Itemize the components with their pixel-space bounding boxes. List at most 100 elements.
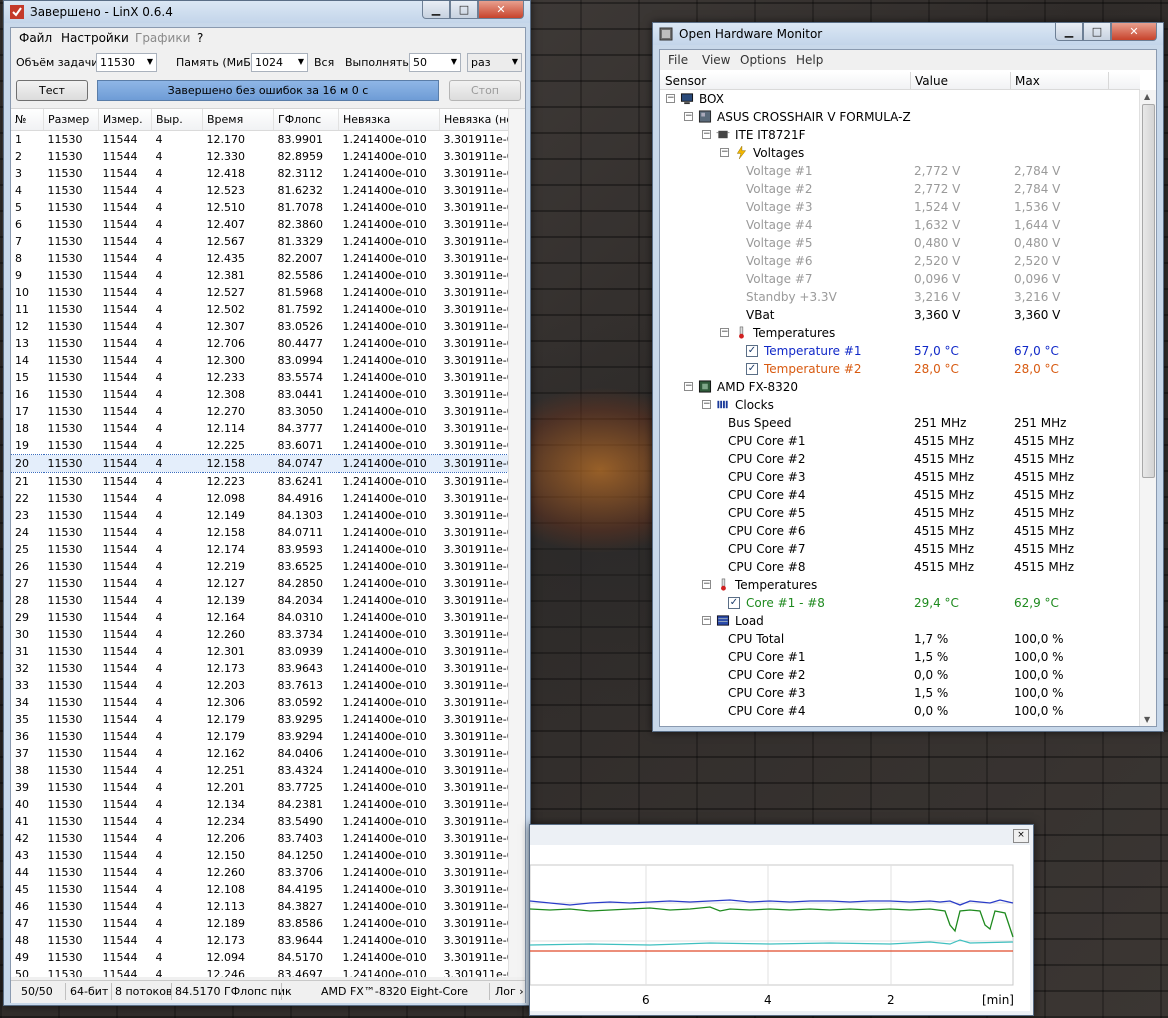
sensor-row[interactable]: ✓ Temperature #2 28,0 °C 28,0 °C: [660, 360, 1140, 378]
vertical-scrollbar[interactable]: [508, 109, 525, 977]
sensor-row[interactable]: Standby +3.3V 3,216 V 3,216 V: [660, 288, 1140, 306]
linx-titlebar[interactable]: Завершено - LinX 0.6.4 ▁ □ ✕: [4, 1, 530, 23]
table-row[interactable]: 39 11530 11544 4 12.201 83.7725 1.241400e-010 3…: [11, 779, 525, 796]
table-row[interactable]: 45 11530 11544 4 12.108 84.4195 1.241400e-010 3…: [11, 881, 525, 898]
collapse-icon[interactable]: −: [702, 130, 711, 139]
sensor-row[interactable]: Voltage #6 2,520 V 2,520 V: [660, 252, 1140, 270]
table-row[interactable]: 41 11530 11544 4 12.234 83.5490 1.241400e-010 3…: [11, 813, 525, 830]
table-row[interactable]: 48 11530 11544 4 12.173 83.9644 1.241400e-010 3…: [11, 932, 525, 949]
table-row[interactable]: 30 11530 11544 4 12.260 83.3734 1.241400e-010 3…: [11, 626, 525, 643]
table-row[interactable]: 46 11530 11544 4 12.113 84.3827 1.241400e-010 3…: [11, 898, 525, 915]
tree-node[interactable]: − AMD FX-8320: [660, 378, 1140, 396]
table-row[interactable]: 15 11530 11544 4 12.233 83.5574 1.241400e-010 3…: [11, 369, 525, 386]
table-row[interactable]: 38 11530 11544 4 12.251 83.4324 1.241400e-010 3…: [11, 762, 525, 779]
log-button[interactable]: Лог ›: [495, 985, 524, 998]
sensor-row[interactable]: CPU Core #1 4515 MHz 4515 MHz: [660, 432, 1140, 450]
collapse-icon[interactable]: −: [666, 94, 675, 103]
table-row[interactable]: 6 11530 11544 4 12.407 82.3860 1.241400e-010 3.…: [11, 216, 525, 233]
menu-view[interactable]: View: [702, 53, 730, 67]
runs-input[interactable]: 50 ▼: [409, 53, 461, 72]
collapse-icon[interactable]: −: [684, 382, 693, 391]
sensor-row[interactable]: CPU Core #6 4515 MHz 4515 MHz: [660, 522, 1140, 540]
table-row[interactable]: 32 11530 11544 4 12.173 83.9643 1.241400e-010 3…: [11, 660, 525, 677]
sensor-row[interactable]: CPU Core #5 4515 MHz 4515 MHz: [660, 504, 1140, 522]
menu-help[interactable]: ?: [197, 31, 203, 45]
table-row[interactable]: 20 11530 11544 4 12.158 84.0747 1.241400e-010 3…: [11, 454, 525, 473]
table-row[interactable]: 26 11530 11544 4 12.219 83.6525 1.241400e-010 3…: [11, 558, 525, 575]
sensor-row[interactable]: Voltage #7 0,096 V 0,096 V: [660, 270, 1140, 288]
sensor-row[interactable]: Voltage #1 2,772 V 2,784 V: [660, 162, 1140, 180]
column-header[interactable]: ГФлопс: [273, 109, 339, 131]
sensor-row[interactable]: Voltage #3 1,524 V 1,536 V: [660, 198, 1140, 216]
table-row[interactable]: 36 11530 11544 4 12.179 83.9294 1.241400e-010 3…: [11, 728, 525, 745]
table-row[interactable]: 43 11530 11544 4 12.150 84.1250 1.241400e-010 3…: [11, 847, 525, 864]
sensor-row[interactable]: CPU Core #3 4515 MHz 4515 MHz: [660, 468, 1140, 486]
test-button[interactable]: Тест: [16, 80, 88, 101]
sensor-row[interactable]: CPU Core #4 4515 MHz 4515 MHz: [660, 486, 1140, 504]
table-row[interactable]: 5 11530 11544 4 12.510 81.7078 1.241400e-010 3.…: [11, 199, 525, 216]
column-max[interactable]: Max: [1015, 74, 1040, 88]
minimize-button[interactable]: ▁: [422, 1, 450, 19]
sensor-row[interactable]: ✓ Core #1 - #8 29,4 °C 62,9 °C: [660, 594, 1140, 612]
runs-unit-select[interactable]: раз ▼: [467, 53, 522, 72]
table-row[interactable]: 49 11530 11544 4 12.094 84.5170 1.241400e-010 3…: [11, 949, 525, 966]
tree-node[interactable]: − Temperatures: [660, 324, 1140, 342]
table-row[interactable]: 19 11530 11544 4 12.225 83.6071 1.241400e-010 3…: [11, 437, 525, 455]
menu-options[interactable]: Options: [740, 53, 786, 67]
menu-graphs[interactable]: Графики: [135, 31, 190, 45]
tree-node[interactable]: − Load: [660, 612, 1140, 630]
collapse-icon[interactable]: −: [702, 616, 711, 625]
collapse-icon[interactable]: −: [684, 112, 693, 121]
column-value[interactable]: Value: [915, 74, 948, 88]
tree-node[interactable]: − Voltages: [660, 144, 1140, 162]
sensor-row[interactable]: CPU Core #1 1,5 % 100,0 %: [660, 648, 1140, 666]
table-row[interactable]: 14 11530 11544 4 12.300 83.0994 1.241400e-010 3…: [11, 352, 525, 369]
table-row[interactable]: 9 11530 11544 4 12.381 82.5586 1.241400e-010 3.…: [11, 267, 525, 284]
table-row[interactable]: 42 11530 11544 4 12.206 83.7403 1.241400e-010 3…: [11, 830, 525, 847]
table-row[interactable]: 29 11530 11544 4 12.164 84.0310 1.241400e-010 3…: [11, 609, 525, 626]
collapse-icon[interactable]: −: [720, 148, 729, 157]
memory-input[interactable]: 1024 ▼: [251, 53, 308, 72]
column-header[interactable]: Время: [202, 109, 274, 131]
close-button[interactable]: ✕: [478, 1, 524, 19]
tree-node[interactable]: − BOX: [660, 90, 1140, 108]
column-header[interactable]: №: [11, 109, 44, 131]
sensor-row[interactable]: CPU Core #3 1,5 % 100,0 %: [660, 684, 1140, 702]
column-header[interactable]: Размер: [43, 109, 99, 131]
sensor-row[interactable]: CPU Total 1,7 % 100,0 %: [660, 630, 1140, 648]
sensor-row[interactable]: VBat 3,360 V 3,360 V: [660, 306, 1140, 324]
sensor-row[interactable]: CPU Core #2 4515 MHz 4515 MHz: [660, 450, 1140, 468]
sensor-row[interactable]: ✓ Temperature #1 57,0 °C 67,0 °C: [660, 342, 1140, 360]
table-row[interactable]: 17 11530 11544 4 12.270 83.3050 1.241400e-010 3…: [11, 403, 525, 420]
table-row[interactable]: 50 11530 11544 4 12.246 83.4697 1.241400e-010 3…: [11, 966, 525, 977]
table-row[interactable]: 11 11530 11544 4 12.502 81.7592 1.241400e-010 3…: [11, 301, 525, 318]
maximize-button[interactable]: □: [450, 1, 478, 19]
table-row[interactable]: 4 11530 11544 4 12.523 81.6232 1.241400e-010 3.…: [11, 182, 525, 199]
column-sensor[interactable]: Sensor: [665, 74, 706, 88]
table-row[interactable]: 25 11530 11544 4 12.174 83.9593 1.241400e-010 3…: [11, 541, 525, 558]
menu-help[interactable]: Help: [796, 53, 823, 67]
table-row[interactable]: 40 11530 11544 4 12.134 84.2381 1.241400e-010 3…: [11, 796, 525, 813]
column-header[interactable]: Невязка: [338, 109, 440, 131]
table-row[interactable]: 18 11530 11544 4 12.114 84.3777 1.241400e-010 3…: [11, 420, 525, 437]
table-row[interactable]: 13 11530 11544 4 12.706 80.4477 1.241400e-010 3…: [11, 335, 525, 352]
sensor-row[interactable]: CPU Core #7 4515 MHz 4515 MHz: [660, 540, 1140, 558]
table-row[interactable]: 28 11530 11544 4 12.139 84.2034 1.241400e-010 3…: [11, 592, 525, 609]
table-row[interactable]: 23 11530 11544 4 12.149 84.1303 1.241400e-010 3…: [11, 507, 525, 524]
table-row[interactable]: 1 11530 11544 4 12.170 83.9901 1.241400e-010 3.…: [11, 131, 525, 149]
table-row[interactable]: 8 11530 11544 4 12.435 82.2007 1.241400e-010 3.…: [11, 250, 525, 267]
tree-node[interactable]: − ASUS CROSSHAIR V FORMULA-Z: [660, 108, 1140, 126]
menu-file[interactable]: File: [668, 53, 688, 67]
column-header[interactable]: Выр.: [151, 109, 203, 131]
sensor-row[interactable]: Voltage #4 1,632 V 1,644 V: [660, 216, 1140, 234]
collapse-icon[interactable]: −: [702, 400, 711, 409]
plot-checkbox[interactable]: ✓: [746, 345, 758, 357]
table-row[interactable]: 27 11530 11544 4 12.127 84.2850 1.241400e-010 3…: [11, 575, 525, 592]
table-row[interactable]: 21 11530 11544 4 12.223 83.6241 1.241400e-010 3…: [11, 473, 525, 491]
scroll-up-icon[interactable]: ▲: [1144, 92, 1150, 101]
plot-checkbox[interactable]: ✓: [746, 363, 758, 375]
table-row[interactable]: 3 11530 11544 4 12.418 82.3112 1.241400e-010 3.…: [11, 165, 525, 182]
collapse-icon[interactable]: −: [720, 328, 729, 337]
sensor-row[interactable]: Voltage #5 0,480 V 0,480 V: [660, 234, 1140, 252]
tree-node[interactable]: − Temperatures: [660, 576, 1140, 594]
